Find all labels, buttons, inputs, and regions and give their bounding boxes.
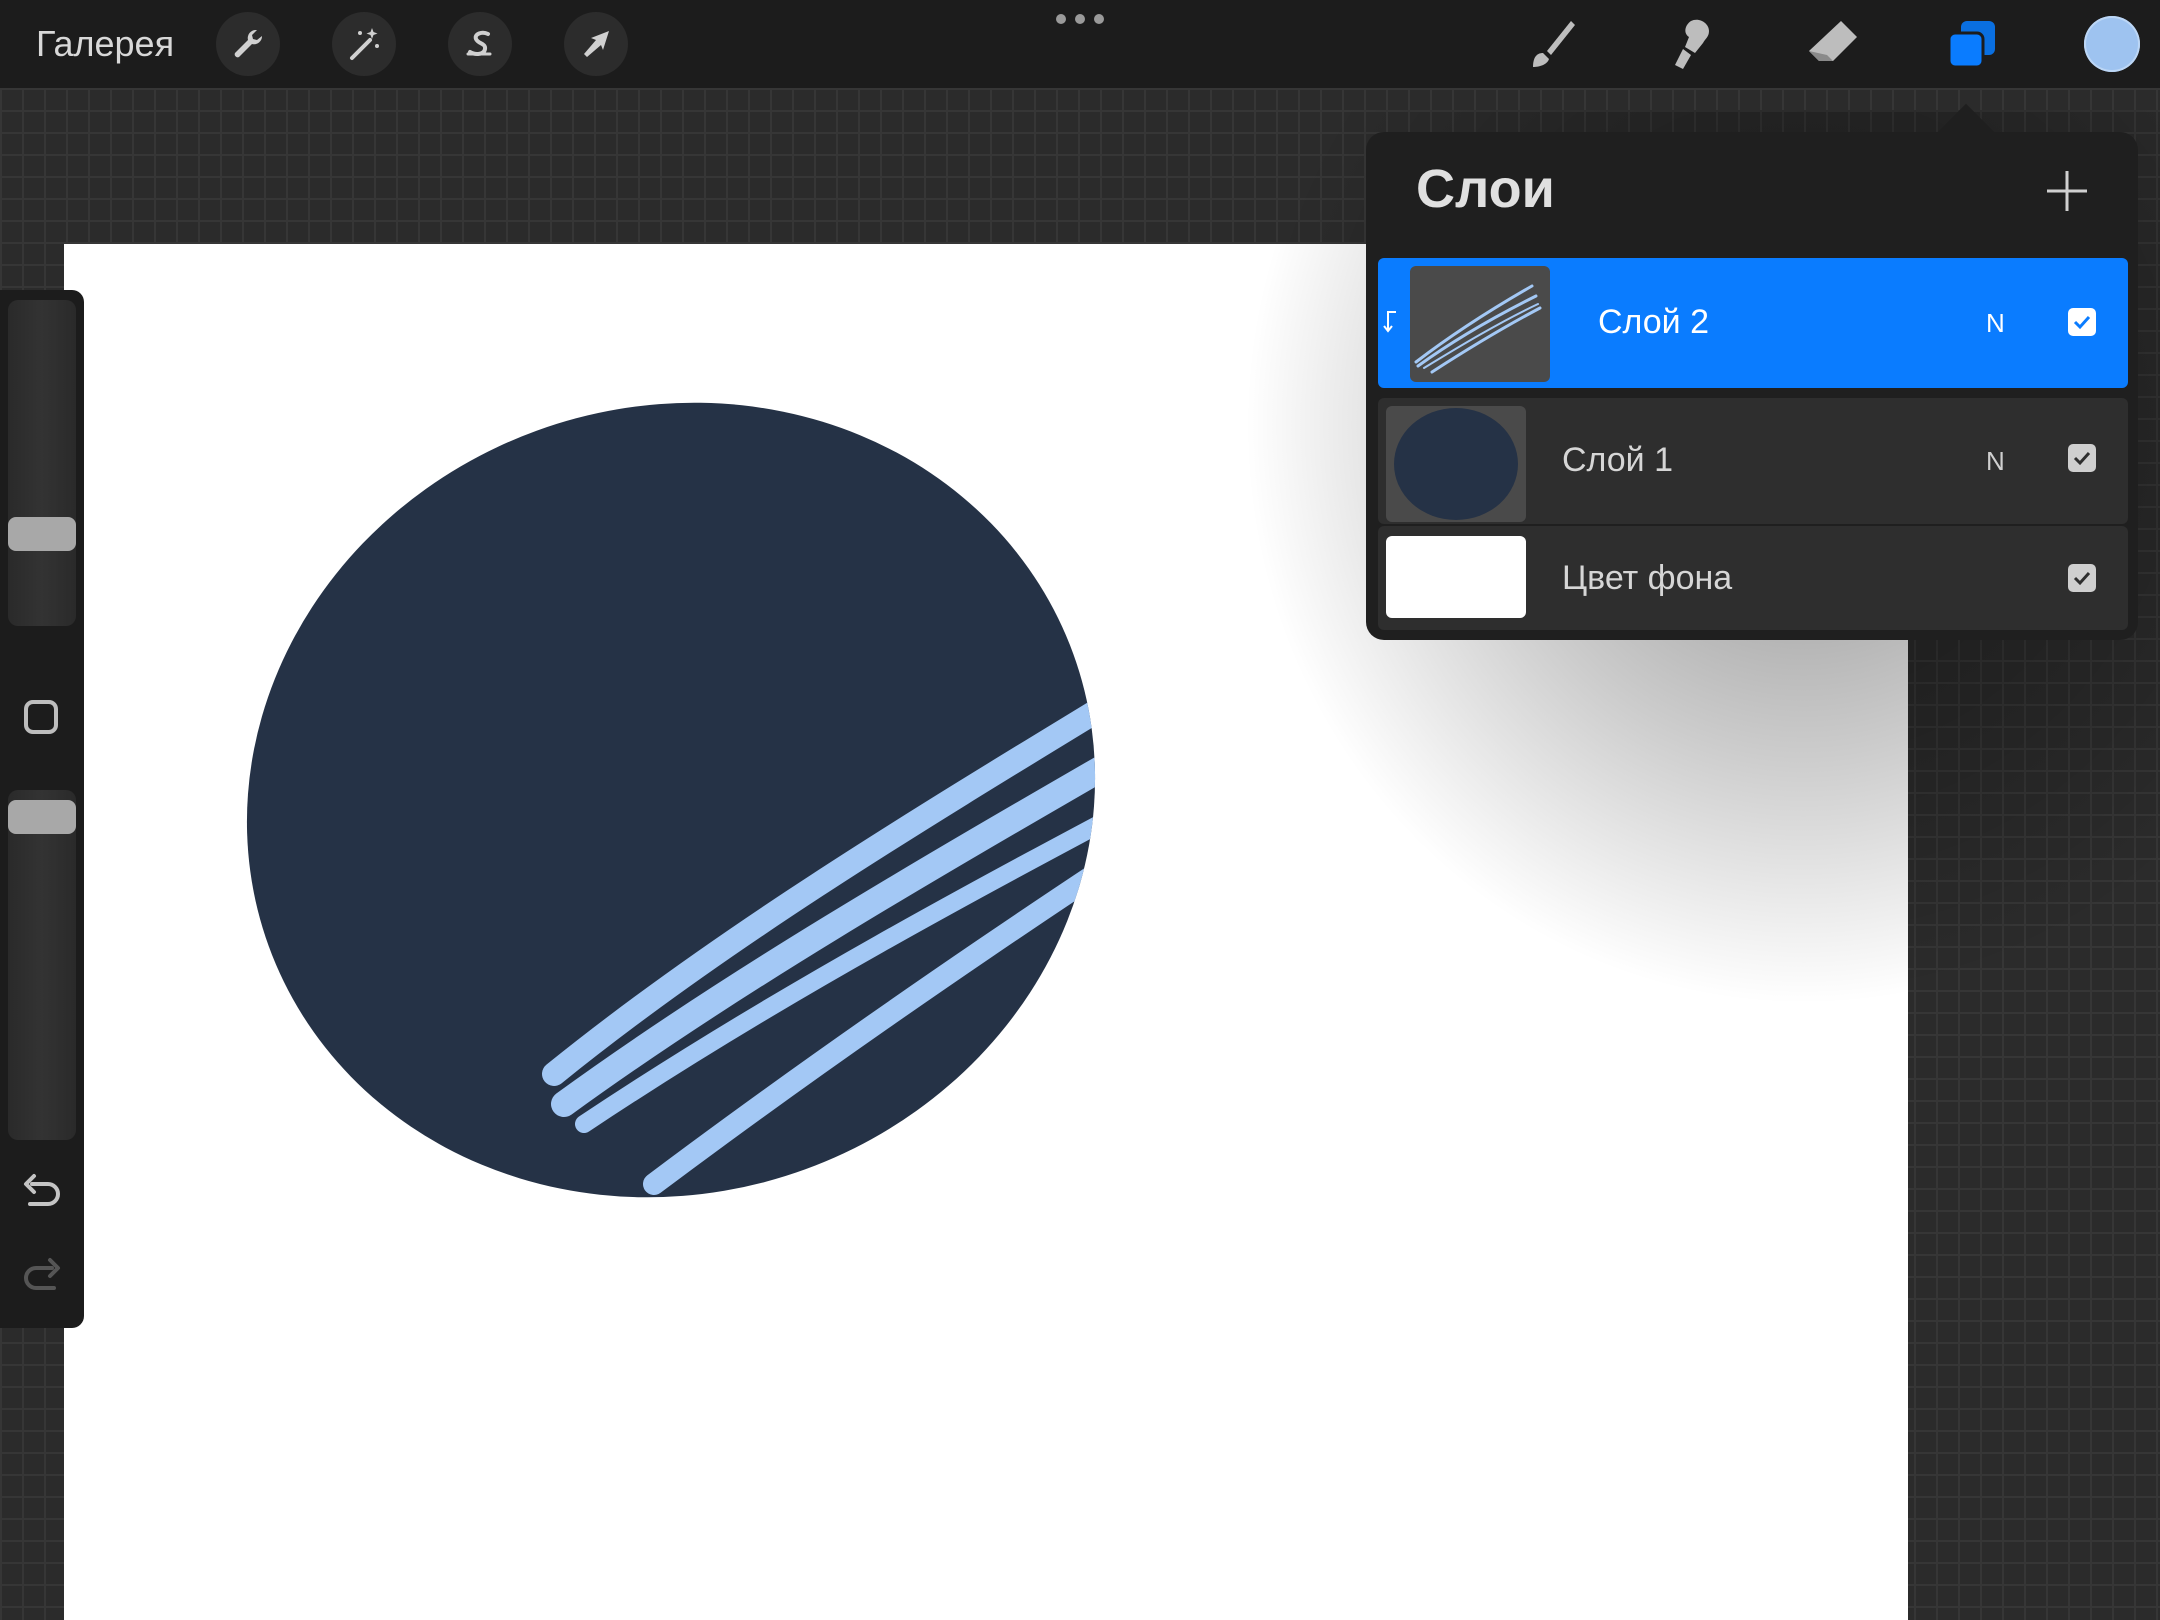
eraser-icon: [1809, 21, 1857, 61]
brush-size-slider[interactable]: [8, 300, 76, 626]
checkmark-icon: [2073, 451, 2091, 466]
left-sidebar: [0, 290, 84, 1328]
add-layer-icon[interactable]: [2044, 168, 2090, 214]
layers-panel: Слои Слой 2 N Слой 1 N Цвет фона: [1366, 132, 2138, 640]
gallery-button[interactable]: Галерея: [36, 20, 174, 68]
opacity-thumb[interactable]: [8, 800, 76, 834]
blend-mode-2[interactable]: N: [1986, 308, 2005, 339]
visibility-checkbox-2[interactable]: [2068, 308, 2096, 336]
top-toolbar: Галерея: [0, 0, 2160, 88]
visibility-checkbox-1[interactable]: [2068, 444, 2096, 472]
transform-button[interactable]: [564, 12, 628, 76]
checkmark-icon: [2073, 315, 2091, 330]
background-color-thumbnail: [1386, 536, 1526, 618]
selection-button[interactable]: [448, 12, 512, 76]
layer-thumbnail-2: [1410, 266, 1550, 382]
modify-button[interactable]: [24, 700, 58, 734]
brush-size-thumb[interactable]: [8, 517, 76, 551]
checkmark-icon: [2073, 571, 2091, 586]
smudge-tool-button[interactable]: [1656, 12, 1728, 76]
layer-thumbnail-1: [1386, 406, 1526, 522]
layer-row-1[interactable]: Слой 1 N: [1378, 398, 2128, 524]
clipping-mask-icon: [1383, 311, 1396, 333]
layer-row-2[interactable]: Слой 2 N: [1378, 258, 2128, 388]
more-options-icon[interactable]: [1056, 14, 1104, 26]
brush-icon: [1533, 21, 1575, 67]
wrench-icon: [234, 29, 263, 58]
actions-button[interactable]: [216, 12, 280, 76]
layers-icon: [1947, 21, 1995, 69]
layer-name-2: Слой 2: [1598, 303, 1710, 341]
magic-wand-icon: [350, 28, 379, 60]
opacity-slider[interactable]: [8, 790, 76, 1140]
blend-mode-1[interactable]: N: [1986, 446, 2005, 477]
brush-tool-button[interactable]: [1516, 12, 1588, 76]
layer-name-1: Слой 1: [1562, 441, 1674, 479]
adjustments-button[interactable]: [332, 12, 396, 76]
layers-tool-button[interactable]: [1936, 12, 2008, 76]
redo-icon[interactable]: [20, 1254, 64, 1298]
layers-panel-title: Слои: [1416, 159, 1555, 219]
transform-arrow-icon: [584, 31, 609, 57]
color-picker-button[interactable]: [2084, 16, 2140, 72]
visibility-checkbox-background[interactable]: [2068, 564, 2096, 592]
smudge-icon: [1675, 19, 1709, 69]
undo-icon[interactable]: [20, 1170, 64, 1214]
selection-icon: [466, 30, 492, 56]
layer-row-background[interactable]: Цвет фона: [1378, 526, 2128, 630]
layer-name-background: Цвет фона: [1562, 559, 1733, 597]
eraser-tool-button[interactable]: [1796, 12, 1868, 76]
